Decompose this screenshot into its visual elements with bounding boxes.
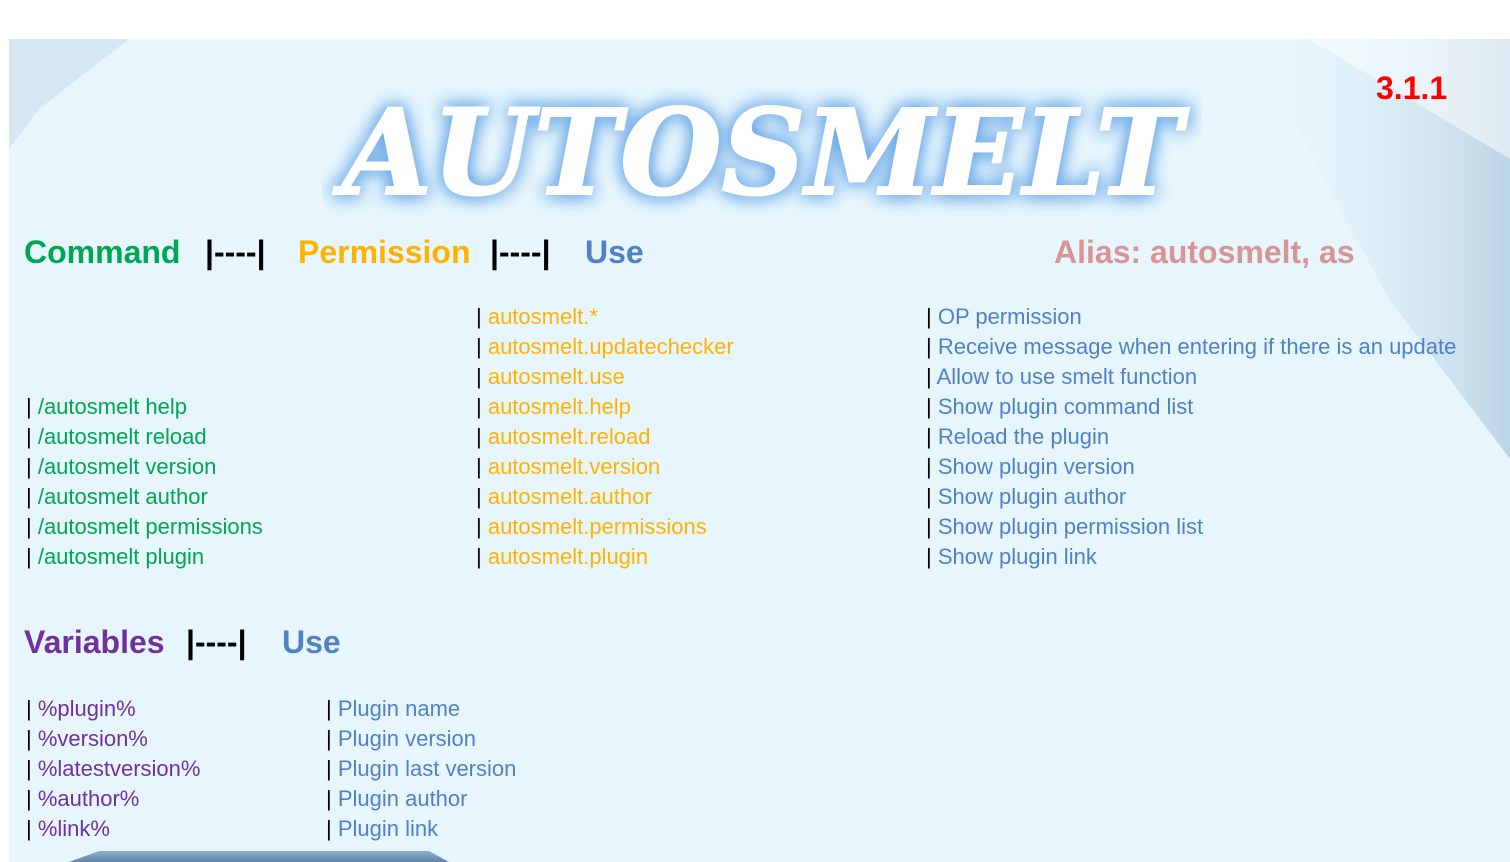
command-row [26,362,263,392]
variable-row: | %author% [26,786,140,811]
permission-text: autosmelt.plugin [487,544,649,569]
use-text: Show plugin link [937,544,1097,569]
permission-text: autosmelt.permissions [487,514,707,539]
command-row [26,302,263,332]
variable-row: | %latestversion% [26,756,201,781]
permission-row: | autosmelt.updatechecker [476,334,734,359]
permission-text: autosmelt.updatechecker [487,334,734,359]
variables-header: Variables [24,624,165,660]
variable-use-row: | Plugin last version [326,756,517,781]
permission-row: | autosmelt.reload [476,424,651,449]
header-permission: Permission [298,234,471,270]
variables-use-column: | Plugin name | Plugin version | Plugin … [326,694,516,844]
use-row: | Receive message when entering if there… [926,334,1457,359]
use-row: | Show plugin command list [926,394,1194,419]
permission-text: autosmelt.author [487,484,652,509]
version-label: 3.1.1 [1376,70,1448,106]
header-use: Use [585,234,644,270]
permission-text: autosmelt.reload [487,424,651,449]
use-row: | Show plugin version [926,454,1135,479]
command-row: | /autosmelt version [26,454,217,479]
command-column: | /autosmelt help | /autosmelt reload | … [26,302,263,572]
use-row: | Reload the plugin [926,424,1110,449]
permission-text: autosmelt.* [487,304,598,329]
variables-name-column: | %plugin% | %version% | %latestversion%… [26,694,200,844]
variable-name: %version% [37,726,148,751]
use-row: | Show plugin link [926,544,1097,569]
use-text: OP permission [937,304,1082,329]
use-text: Show plugin author [937,484,1127,509]
use-row: | OP permission [926,304,1082,329]
use-row: | Show plugin permission list [926,514,1204,539]
use-text: Show plugin command list [937,394,1194,419]
command-text: /autosmelt plugin [37,544,205,569]
use-text: Receive message when entering if there i… [937,334,1457,359]
variable-name: %link% [37,816,110,841]
command-row: | /autosmelt plugin [26,544,205,569]
use-column: | OP permission | Receive message when e… [926,302,1456,572]
alias-label: Alias: autosmelt, as [1054,234,1355,270]
use-text: Show plugin version [937,454,1135,479]
variable-row: | %link% [26,816,110,841]
variable-use: Plugin link [337,816,439,841]
permission-row: | autosmelt.use [476,364,625,389]
variables-header-use: Use [282,624,341,660]
variable-row: | %plugin% [26,696,136,721]
use-text: Allow to use smelt function [936,364,1198,389]
variable-name: %latestversion% [37,756,201,781]
variable-use: Plugin name [337,696,461,721]
logo-text: AUTOSMELT [332,83,1189,222]
command-text: /autosmelt permissions [37,514,263,539]
variable-use: Plugin author [337,786,468,811]
variable-use-row: | Plugin name [326,696,461,721]
command-text: /autosmelt author [37,484,208,509]
variable-name: %plugin% [37,696,136,721]
variable-use: Plugin last version [337,756,517,781]
header-separator-1: |----| [205,234,266,270]
permission-row: | autosmelt.author [476,484,652,509]
use-text: Reload the plugin [937,424,1110,449]
variable-name: %author% [37,786,140,811]
command-row: | /autosmelt help [26,394,188,419]
variables-header-separator: |----| [186,624,247,660]
command-row: | /autosmelt author [26,484,208,509]
autosmelt-logo: AUTOSMELT [331,82,1190,223]
permission-row: | autosmelt.help [476,394,631,419]
variable-use-row: | Plugin link [326,816,439,841]
permission-row: | autosmelt.plugin [476,544,649,569]
use-row: | Show plugin author [926,484,1127,509]
use-text: Show plugin permission list [937,514,1204,539]
command-row: | /autosmelt permissions [26,514,263,539]
command-text: /autosmelt reload [37,424,207,449]
command-row [26,332,263,362]
permission-text: autosmelt.version [487,454,661,479]
variable-use: Plugin version [337,726,477,751]
command-text: /autosmelt version [37,454,217,479]
permission-column: | autosmelt.* | autosmelt.updatechecker … [476,302,734,572]
header-command: Command [24,234,181,270]
permission-row: | autosmelt.* [476,304,598,329]
permission-text: autosmelt.use [487,364,625,389]
use-row: | Allow to use smelt function [926,364,1198,389]
variable-row: | %version% [26,726,148,751]
variable-use-row: | Plugin author [326,786,468,811]
permission-row: | autosmelt.permissions [476,514,707,539]
command-text: /autosmelt help [37,394,188,419]
variable-use-row: | Plugin version [326,726,477,751]
header-separator-2: |----| [490,234,551,270]
permission-text: autosmelt.help [487,394,631,419]
command-row: | /autosmelt reload [26,424,207,449]
permission-row: | autosmelt.version [476,454,661,479]
